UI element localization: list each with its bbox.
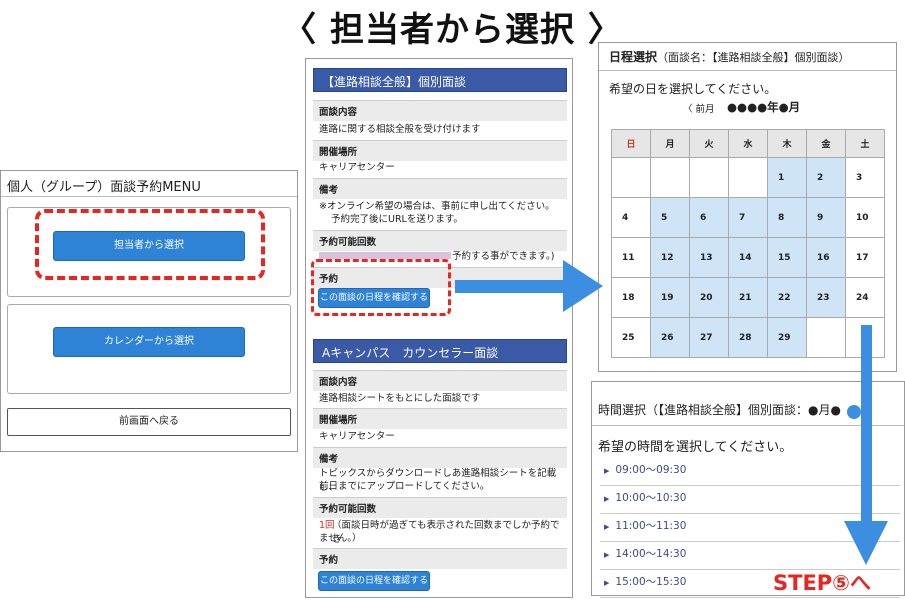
time-slot-label: 14:00～14:30 <box>615 548 687 560</box>
calendar-day-27[interactable]: 27 <box>689 317 729 358</box>
calendar-day-2[interactable]: 2 <box>806 157 846 198</box>
calendar-day-29[interactable]: 29 <box>767 317 807 358</box>
label-count-2: 予約可能回数 <box>313 497 567 518</box>
calendar-day-11: 11 <box>611 237 651 278</box>
calendar-week-row: 123 <box>611 157 885 198</box>
calendar-week-row: 11 12 13 14 15 16 17 <box>611 237 885 278</box>
step-5-label: STEP⑤へ <box>773 571 871 595</box>
label-reserve-2: 予約 <box>313 548 567 569</box>
date-prompt: 希望の日を選択してください。 <box>609 82 777 96</box>
calendar-day-19[interactable]: 19 <box>650 277 690 318</box>
calendar-empty-cell <box>728 157 768 198</box>
calendar-week-row: 18 19 20 21 22 23 24 <box>611 277 885 318</box>
value-note-1b: 予約完了後にURLを送ります。 <box>331 214 463 225</box>
label-content-1: 面談内容 <box>313 100 567 121</box>
calendar-day-28[interactable]: 28 <box>728 317 768 358</box>
time-select-title: 時間選択（【進路相談全般】個別面談：●月● <box>598 403 841 417</box>
date-select-heading: 日程選択（面談名：【進路相談全般】個別面談） <box>609 48 850 65</box>
time-slot-label: 15:00～15:30 <box>615 576 687 588</box>
arrow-joint-dot <box>847 405 861 419</box>
triangle-right-icon: ▶ <box>604 579 610 587</box>
calendar-empty-cell <box>689 157 729 198</box>
triangle-right-icon: ▶ <box>604 495 610 503</box>
value-content-1: 進路に関する相談全般を受け付けます <box>319 124 481 135</box>
weekday-1: 月 <box>650 129 690 158</box>
calendar-week-row: 4 5 6 7 8 9 10 <box>611 197 885 238</box>
interview-list-panel: 【進路相談全般】個別面談 面談内容 進路に関する相談全般を受け付けます 開催場所… <box>305 58 573 598</box>
calendar-day-18: 18 <box>611 277 651 318</box>
calendar-day-20[interactable]: 20 <box>689 277 729 318</box>
weekday-4: 木 <box>767 129 807 158</box>
calendar-day-22[interactable]: 22 <box>767 277 807 318</box>
time-slot-label: 09:00～09:30 <box>615 464 687 476</box>
label-note-1: 備考 <box>313 178 567 199</box>
calendar-empty-cell <box>650 157 690 198</box>
time-slot-label: 11:00～11:30 <box>615 520 687 532</box>
weekday-3: 水 <box>728 129 768 158</box>
calendar-day-13[interactable]: 13 <box>689 237 729 278</box>
calendar-day-3: 3 <box>845 157 885 198</box>
calendar-day-12[interactable]: 12 <box>650 237 690 278</box>
label-content-2: 面談内容 <box>313 370 567 391</box>
weekday-6: 土 <box>845 129 885 158</box>
select-by-calendar-button[interactable]: カレンダーから選択 <box>53 327 245 357</box>
calendar-day-1[interactable]: 1 <box>767 157 807 198</box>
calendar-day-5[interactable]: 5 <box>650 197 690 238</box>
calendar-day-6[interactable]: 6 <box>689 197 729 238</box>
value-content-2: 進路相談シートをもとにした面談です <box>319 393 481 404</box>
calendar-grid: 日月火水木金土 1 2 3 4 5 6 7 8 9 10 11 12 13 14 15 16 17 18 19 20 21… <box>611 129 885 358</box>
date-select-title: 日程選択 <box>609 50 658 64</box>
value-place-1: キャリアセンター <box>319 162 395 173</box>
value-note-2b: 前日までにアップロードしてください。 <box>319 481 490 492</box>
reservation-menu-panel: 個人（グループ）面談予約MENU 担当者から選択 カレンダーから選択 前画面へ戻… <box>0 170 298 452</box>
triangle-right-icon: ▶ <box>604 551 610 559</box>
calendar-day-26[interactable]: 26 <box>650 317 690 358</box>
date-select-subtitle: （面談名：【進路相談全般】個別面談） <box>657 51 850 64</box>
prev-month-link[interactable]: 〈 前月 <box>683 101 715 115</box>
value-place-2: キャリアセンター <box>319 431 395 442</box>
check-schedule-button-2[interactable]: この面談の日程を確認する <box>318 571 430 591</box>
time-slot-label: 10:00～10:30 <box>615 492 687 504</box>
arrow-down-icon <box>844 325 888 565</box>
calendar-day-23[interactable]: 23 <box>806 277 846 318</box>
calendar-day-7[interactable]: 7 <box>728 197 768 238</box>
calendar-day-15[interactable]: 15 <box>767 237 807 278</box>
calendar-day-14[interactable]: 14 <box>728 237 768 278</box>
arrow-right-icon <box>455 260 603 312</box>
calendar-day-17: 17 <box>845 237 885 278</box>
interview-title-2: Aキャンパス カウンセラー面談 <box>313 339 567 363</box>
redacted-text <box>319 252 451 259</box>
weekday-5: 金 <box>806 129 846 158</box>
calendar-day-21[interactable]: 21 <box>728 277 768 318</box>
divider <box>599 70 896 71</box>
calendar-day-24: 24 <box>845 277 885 318</box>
triangle-right-icon: ▶ <box>604 523 610 531</box>
highlight-schedule-button <box>311 259 451 316</box>
interview-title-1: 【進路相談全般】個別面談 <box>313 68 567 92</box>
label-place-2: 開催場所 <box>313 408 567 429</box>
weekday-0: 日 <box>611 129 651 158</box>
calendar-day-4: 4 <box>611 197 651 238</box>
date-select-panel: 日程選択（面談名：【進路相談全般】個別面談） 希望の日を選択してください。 〈 … <box>598 42 897 372</box>
weekday-2: 火 <box>689 129 729 158</box>
calendar-day-10: 10 <box>845 197 885 238</box>
calendar-day-25: 25 <box>611 317 651 358</box>
calendar-day-9[interactable]: 9 <box>806 197 846 238</box>
time-prompt: 希望の時間を選択してください。 <box>598 440 793 455</box>
current-month: ●●●●年●月 <box>727 100 801 114</box>
value-count-2b: ません。） <box>319 533 362 544</box>
back-button[interactable]: 前画面へ戻る <box>7 408 291 436</box>
calendar-empty-cell <box>611 157 651 198</box>
triangle-right-icon: ▶ <box>604 467 610 475</box>
menu-header: 個人（グループ）面談予約MENU <box>1 171 297 197</box>
highlight-staff-button <box>35 209 265 280</box>
calendar-day-16[interactable]: 16 <box>806 237 846 278</box>
weekday-header-row: 日月火水木金土 <box>611 129 885 158</box>
calendar-day-8[interactable]: 8 <box>767 197 807 238</box>
